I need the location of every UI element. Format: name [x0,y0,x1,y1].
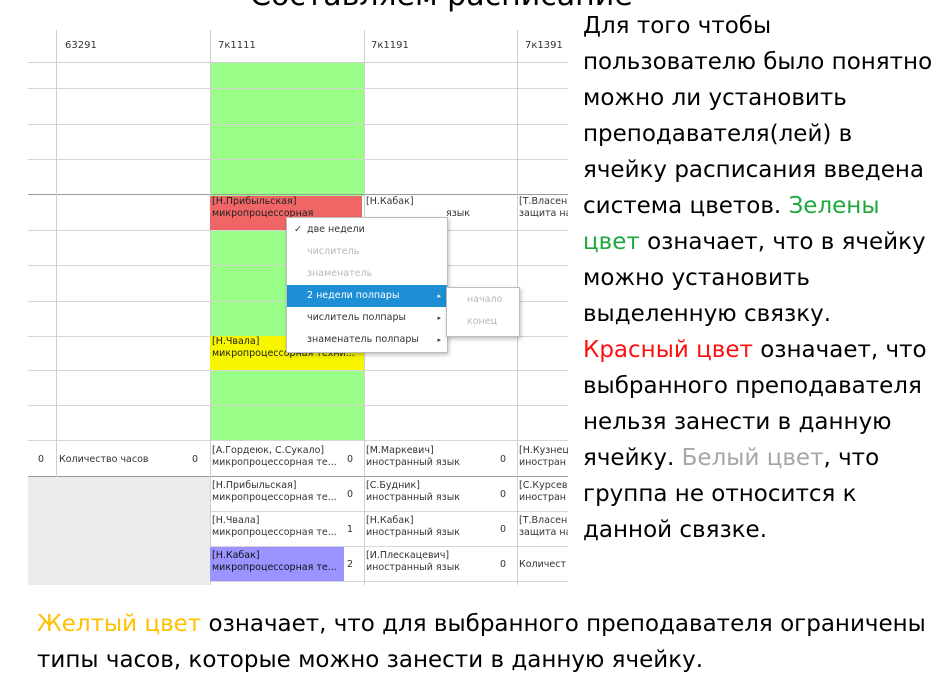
explanation-text: Для того чтобы пользователю было понятно… [583,13,933,543]
menu-item-numerator-halfpair[interactable]: числитель полпары ▸ [287,307,447,329]
menu-item-numerator[interactable]: числитель [287,241,447,263]
context-menu: ✓ две недели числитель знаменатель 2 нед… [286,217,448,353]
column-header[interactable]: 7к1191 [371,40,409,51]
menu-item-denominator-halfpair[interactable]: знаменатель полпары ▸ [287,329,447,351]
column-header[interactable]: 63291 [65,40,97,51]
menu-item-two-weeks-halfpair[interactable]: 2 недели полпары ▸ [287,285,447,307]
slide-title: Составляем расписание [250,0,633,13]
submenu-item-end[interactable]: конец [447,311,519,333]
schedule-cell[interactable]: [Т.Власен защита на [517,196,568,230]
column-header[interactable]: 7к1111 [218,40,256,51]
submenu-arrow-icon: ▸ [437,292,441,300]
submenu-arrow-icon: ▸ [437,314,441,322]
white-label: Белый цвет [681,445,824,471]
menu-item-denominator[interactable]: знаменатель [287,263,447,285]
menu-item-two-weeks[interactable]: ✓ две недели [287,219,447,241]
green-cell-block[interactable] [210,63,364,196]
yellow-label: Желтый цвет [37,611,202,637]
column-header[interactable]: 7к1391 [525,40,563,51]
submenu-item-start[interactable]: начало [447,289,519,311]
table-header: 63291 7к1111 7к1191 7к1391 [28,30,568,63]
schedule-screenshot: 63291 7к1111 7к1191 7к1391 [Н.Прибыльска… [28,30,568,585]
red-label: Красный цвет [583,337,753,363]
submenu-arrow-icon: ▸ [437,336,441,344]
empty-area [28,477,210,585]
yellow-explanation: Желтый цвет означает, что для выбранного… [37,611,926,673]
submenu: начало конец [446,287,520,337]
